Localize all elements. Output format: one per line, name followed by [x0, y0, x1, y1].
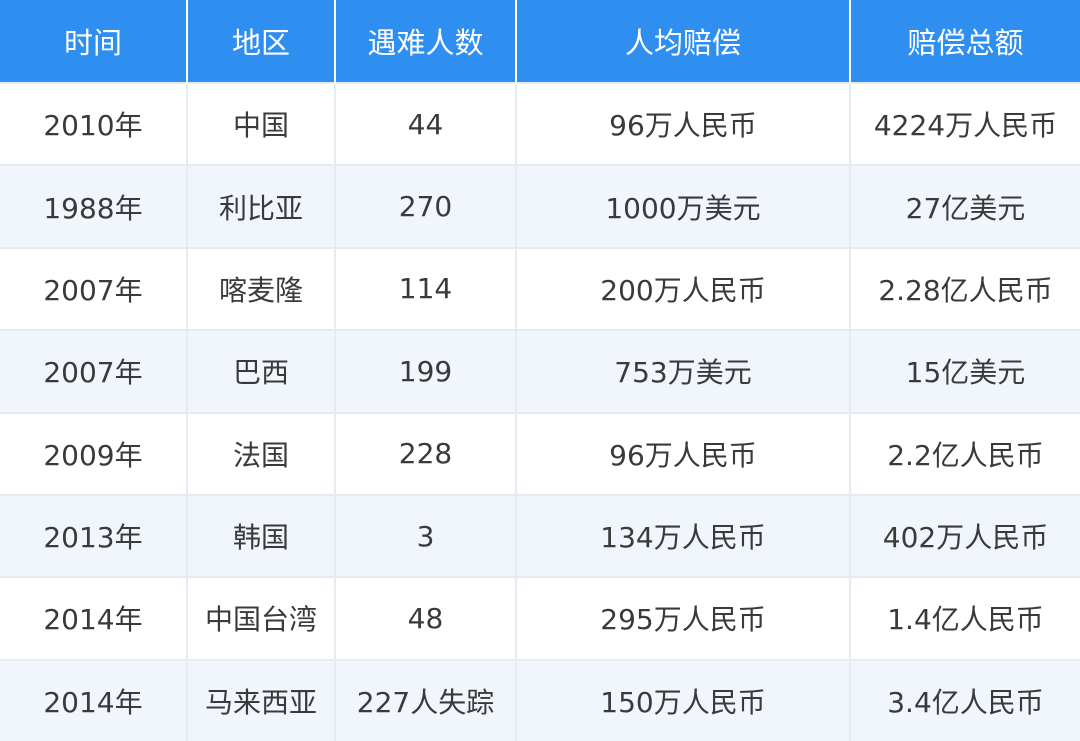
table-header: 时间 地区 遇难人数 人均赔偿 赔偿总额	[0, 0, 1080, 83]
cell-time: 2014年	[0, 658, 187, 741]
cell-victims: 228	[334, 411, 516, 495]
cell-per-capita: 753万美元	[515, 329, 850, 413]
cell-time: 1988年	[0, 164, 187, 248]
table-row: 2014年 中国台湾 48 295万人民币 1.4亿人民币	[0, 576, 1080, 660]
cell-victims: 44	[334, 81, 516, 166]
table-row: 2014年 马来西亚 227人失踪 150万人民币 3.4亿人民币	[0, 658, 1080, 741]
cell-victims: 114	[334, 246, 516, 331]
header-cell-time: 时间	[0, 0, 187, 83]
cell-total: 1.4亿人民币	[849, 576, 1080, 660]
cell-victims: 48	[334, 576, 516, 660]
table-row: 2010年 中国 44 96万人民币 4224万人民币	[0, 81, 1080, 166]
cell-per-capita: 96万人民币	[515, 411, 850, 495]
header-row: 时间 地区 遇难人数 人均赔偿 赔偿总额	[0, 0, 1080, 83]
cell-total: 15亿美元	[849, 329, 1080, 413]
cell-per-capita: 134万人民币	[515, 493, 850, 578]
cell-per-capita: 200万人民币	[515, 246, 850, 331]
cell-time: 2009年	[0, 411, 187, 495]
header-cell-total-compensation: 赔偿总额	[849, 0, 1080, 83]
cell-region: 法国	[186, 411, 335, 495]
cell-total: 2.28亿人民币	[849, 246, 1080, 331]
cell-per-capita: 295万人民币	[515, 576, 850, 660]
table-row: 2007年 巴西 199 753万美元 15亿美元	[0, 329, 1080, 413]
cell-time: 2013年	[0, 493, 187, 578]
compensation-table: 时间 地区 遇难人数 人均赔偿 赔偿总额 2010年 中国 44 96万人民币 …	[0, 0, 1080, 741]
cell-total: 402万人民币	[849, 493, 1080, 578]
cell-total: 27亿美元	[849, 164, 1080, 248]
table-row: 1988年 利比亚 270 1000万美元 27亿美元	[0, 164, 1080, 248]
cell-total: 4224万人民币	[849, 81, 1080, 166]
cell-region: 利比亚	[186, 164, 335, 248]
cell-region: 韩国	[186, 493, 335, 578]
cell-victims: 227人失踪	[334, 658, 516, 741]
cell-total: 3.4亿人民币	[849, 658, 1080, 741]
cell-victims: 3	[334, 493, 516, 578]
cell-region: 巴西	[186, 329, 335, 413]
header-cell-victims: 遇难人数	[334, 0, 516, 83]
cell-per-capita: 150万人民币	[515, 658, 850, 741]
cell-region: 中国	[186, 81, 335, 166]
cell-region: 喀麦隆	[186, 246, 335, 331]
cell-time: 2014年	[0, 576, 187, 660]
cell-time: 2007年	[0, 329, 187, 413]
cell-region: 中国台湾	[186, 576, 335, 660]
table-row: 2013年 韩国 3 134万人民币 402万人民币	[0, 493, 1080, 578]
header-cell-region: 地区	[186, 0, 335, 83]
header-cell-per-capita-compensation: 人均赔偿	[515, 0, 850, 83]
cell-per-capita: 96万人民币	[515, 81, 850, 166]
table-row: 2007年 喀麦隆 114 200万人民币 2.28亿人民币	[0, 246, 1080, 331]
cell-per-capita: 1000万美元	[515, 164, 850, 248]
table-row: 2009年 法国 228 96万人民币 2.2亿人民币	[0, 411, 1080, 495]
table-body: 2010年 中国 44 96万人民币 4224万人民币 1988年 利比亚 27…	[0, 81, 1080, 741]
cell-time: 2007年	[0, 246, 187, 331]
cell-time: 2010年	[0, 81, 187, 166]
cell-victims: 199	[334, 329, 516, 413]
cell-victims: 270	[334, 164, 516, 248]
cell-total: 2.2亿人民币	[849, 411, 1080, 495]
cell-region: 马来西亚	[186, 658, 335, 741]
